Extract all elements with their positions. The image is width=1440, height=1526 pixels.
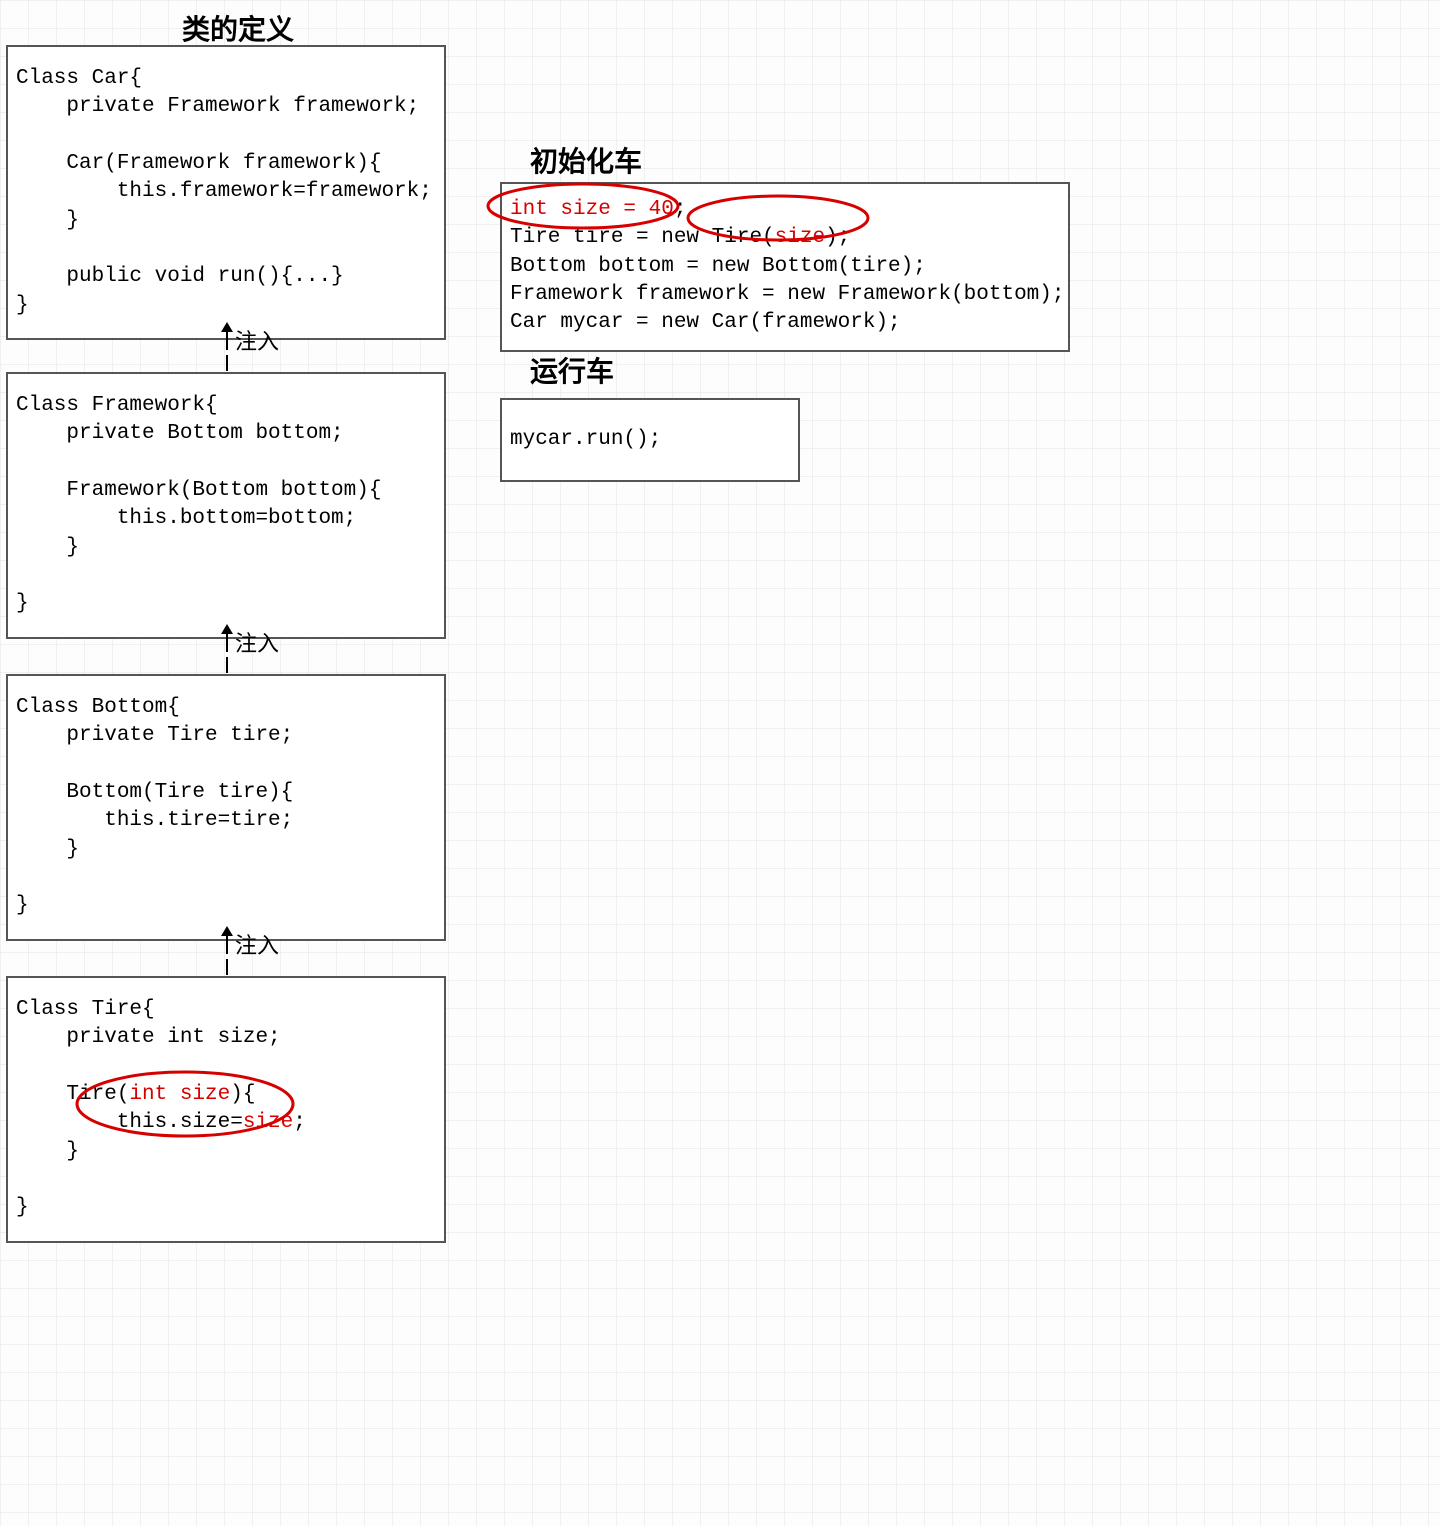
code-line: }	[16, 838, 79, 861]
code-line: Tire tire = new Tire(size);	[510, 226, 850, 249]
code-fragment: Tire tire = new Tire(	[510, 226, 775, 249]
code-line: Class Bottom{	[16, 696, 180, 719]
codebox-run: mycar.run();	[500, 398, 800, 482]
arrow-up-icon	[221, 624, 233, 634]
arrow-line	[226, 634, 228, 652]
codebox-init: int size = 40; Tire tire = new Tire(size…	[500, 182, 1070, 352]
heading-class-definition: 类的定义	[182, 8, 294, 48]
code-line: private int size;	[16, 1026, 281, 1049]
arrow-up-icon	[221, 926, 233, 936]
highlight-int-size: int size	[129, 1083, 230, 1106]
code-line: Framework(Bottom bottom){	[16, 479, 381, 502]
code-line: Bottom(Tire tire){	[16, 781, 293, 804]
code-fragment: ){	[230, 1083, 255, 1106]
heading-init-car: 初始化车	[530, 140, 642, 180]
code-line: int size = 40;	[510, 198, 686, 221]
highlight-size-arg: size	[775, 226, 825, 249]
code-line: this.size=size;	[16, 1111, 306, 1134]
codebox-car: Class Car{ private Framework framework; …	[6, 45, 446, 340]
arrow-line	[226, 332, 228, 350]
code-line: }	[16, 209, 79, 232]
code-line: Framework framework = new Framework(bott…	[510, 283, 1065, 306]
code-line: Bottom bottom = new Bottom(tire);	[510, 255, 926, 278]
code-line: }	[16, 1140, 79, 1163]
arrow-label-inject: 注入	[235, 324, 279, 356]
code-line: }	[16, 894, 29, 917]
code-line: }	[16, 294, 29, 317]
arrow-up-icon	[221, 322, 233, 332]
codebox-framework: Class Framework{ private Bottom bottom; …	[6, 372, 446, 639]
code-line: mycar.run();	[510, 428, 661, 451]
code-fragment: this.size=	[16, 1111, 243, 1134]
heading-run-car: 运行车	[530, 350, 614, 390]
arrow-label-inject: 注入	[235, 928, 279, 960]
arrow-line	[226, 657, 228, 673]
code-line: private Tire tire;	[16, 724, 293, 747]
code-line: }	[16, 536, 79, 559]
code-line: }	[16, 592, 29, 615]
code-line: private Framework framework;	[16, 95, 419, 118]
arrow-line	[226, 936, 228, 954]
code-fragment: );	[825, 226, 850, 249]
code-line: this.tire=tire;	[16, 809, 293, 832]
codebox-bottom: Class Bottom{ private Tire tire; Bottom(…	[6, 674, 446, 941]
arrow-line	[226, 355, 228, 371]
code-line: Car mycar = new Car(framework);	[510, 311, 901, 334]
arrow-line	[226, 959, 228, 975]
code-line: this.framework=framework;	[16, 180, 432, 203]
arrow-label-inject: 注入	[235, 626, 279, 658]
code-line: Class Tire{	[16, 998, 155, 1021]
code-line: Car(Framework framework){	[16, 152, 381, 175]
code-line: private Bottom bottom;	[16, 422, 344, 445]
code-line: }	[16, 1196, 29, 1219]
code-line: Class Car{	[16, 67, 142, 90]
code-line: this.bottom=bottom;	[16, 507, 356, 530]
code-fragment: ;	[293, 1111, 306, 1134]
highlight-int-size-40: int size = 40	[510, 198, 674, 221]
code-line: Class Framework{	[16, 394, 218, 417]
code-line: public void run(){...}	[16, 265, 344, 288]
codebox-tire: Class Tire{ private int size; Tire(int s…	[6, 976, 446, 1243]
code-fragment: Tire(	[16, 1083, 129, 1106]
code-fragment: ;	[674, 198, 687, 221]
highlight-size: size	[243, 1111, 293, 1134]
code-line: Tire(int size){	[16, 1083, 255, 1106]
